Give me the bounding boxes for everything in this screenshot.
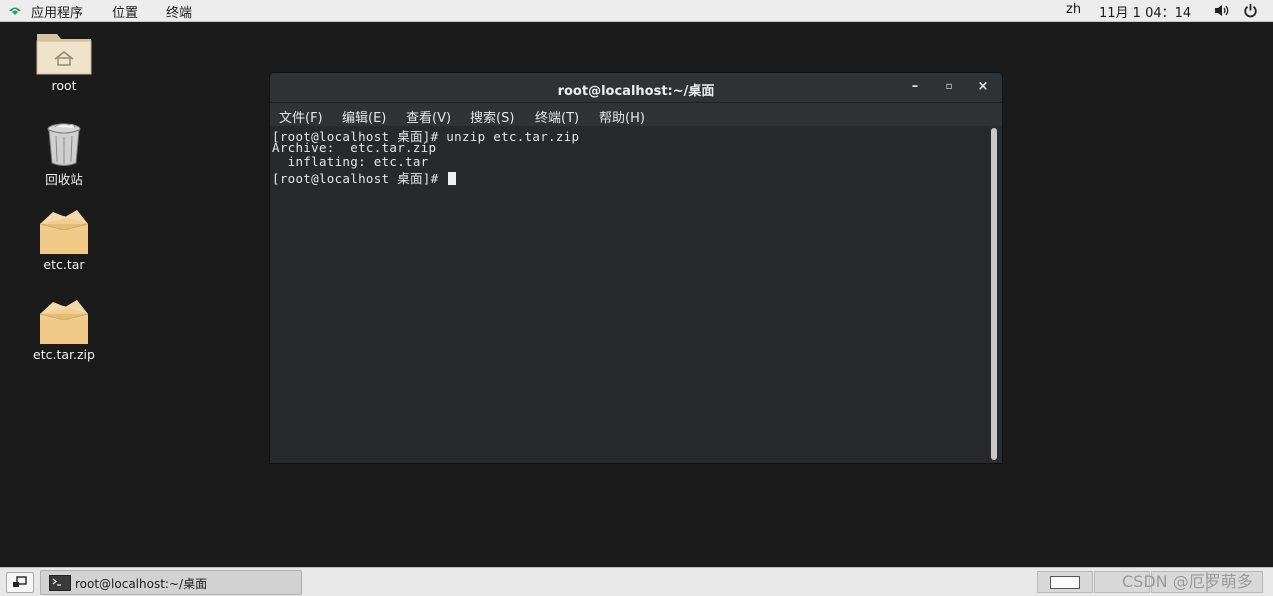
terminal-line: Archive: etc.tar.zip — [272, 140, 437, 155]
desktop-icon-label: root — [51, 78, 77, 93]
home-folder-icon — [36, 34, 92, 75]
menu-edit[interactable]: 编辑(E) — [342, 107, 386, 126]
package-icon — [39, 210, 89, 254]
terminal-output[interactable]: [root@localhost 桌面]# unzip etc.tar.zip A… — [270, 126, 990, 463]
top-panel: 应用程序 位置 终端 zh 11月 1 04：14 — [0, 0, 1273, 22]
desktop-icon-root[interactable]: root — [24, 30, 104, 93]
input-language-indicator[interactable]: zh — [1066, 2, 1081, 17]
terminal-prompt-line: [root@localhost 桌面]# — [272, 168, 457, 187]
desktop-icon-trash[interactable]: 回收站 — [24, 121, 104, 188]
menu-terminal[interactable]: 终端(T) — [535, 107, 579, 126]
text-cursor — [448, 172, 457, 185]
terminal-scrollbar[interactable] — [991, 128, 997, 460]
power-icon[interactable] — [1243, 3, 1258, 18]
applications-menu[interactable]: 应用程序 — [31, 2, 83, 21]
desktop-icon-etc-tar-zip[interactable]: etc.tar.zip — [24, 298, 104, 362]
terminal-window[interactable]: root@localhost:~/桌面 – ▫ × 文件(F) 编辑(E) 查看… — [270, 73, 1002, 463]
menu-file[interactable]: 文件(F) — [279, 107, 323, 126]
watermark: CSDN @厄罗萌多 — [1122, 572, 1253, 591]
show-desktop-icon — [13, 576, 27, 587]
maximize-button[interactable]: ▫ — [939, 78, 959, 96]
terminal-line: inflating: etc.tar — [272, 154, 429, 169]
terminal-icon — [49, 575, 71, 591]
window-title: root@localhost:~/桌面 — [557, 84, 715, 99]
show-desktop-button[interactable] — [6, 572, 34, 593]
volume-icon[interactable] — [1214, 4, 1231, 17]
places-menu[interactable]: 位置 — [112, 2, 138, 21]
bottom-taskbar: root@localhost:~/桌面 CSDN @厄罗萌多 — [0, 567, 1273, 596]
trash-icon — [47, 123, 81, 166]
desktop-icon-label: etc.tar — [43, 257, 85, 272]
menu-search[interactable]: 搜索(S) — [470, 107, 514, 126]
close-button[interactable]: × — [973, 78, 993, 96]
taskbar-window-button[interactable]: root@localhost:~/桌面 — [40, 570, 302, 595]
terminal-app-menu[interactable]: 终端 — [166, 2, 192, 21]
taskbar-window-label: root@localhost:~/桌面 — [75, 577, 208, 591]
terminal-prompt: [root@localhost 桌面]# — [272, 171, 447, 186]
clock[interactable]: 11月 1 04：14 — [1099, 2, 1191, 21]
apps-menu-icon[interactable] — [8, 4, 22, 16]
desktop-icon-label: 回收站 — [45, 172, 83, 187]
menu-help[interactable]: 帮助(H) — [599, 107, 645, 126]
desktop-icon-etc-tar[interactable]: etc.tar — [24, 208, 104, 272]
minimize-button[interactable]: – — [905, 78, 925, 96]
terminal-menubar: 文件(F) 编辑(E) 查看(V) 搜索(S) 终端(T) 帮助(H) — [270, 103, 1002, 126]
menu-view[interactable]: 查看(V) — [406, 107, 451, 126]
desktop-icon-label: etc.tar.zip — [33, 347, 95, 362]
workspace-1[interactable] — [1037, 571, 1093, 593]
terminal-titlebar[interactable]: root@localhost:~/桌面 – ▫ × — [270, 73, 1002, 103]
package-icon — [39, 300, 89, 344]
